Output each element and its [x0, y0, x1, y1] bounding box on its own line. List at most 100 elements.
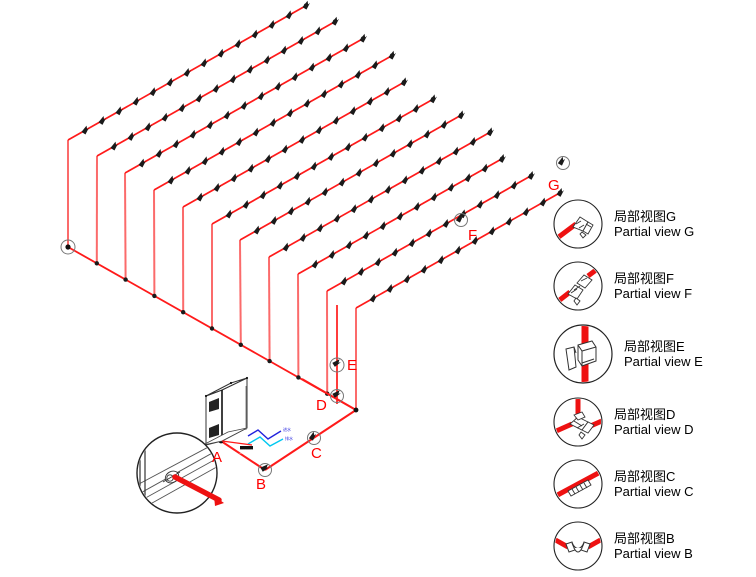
pipe-node [181, 310, 185, 314]
drip-emitter [251, 127, 262, 138]
callout-markers [61, 157, 570, 477]
drip-emitter [446, 182, 457, 193]
legend-item-c[interactable]: 局部视图C Partial view C [552, 453, 756, 515]
drip-emitter [485, 127, 496, 138]
diagram-canvas: A B C D E F G 进水 排水 主管连接 [0, 0, 756, 565]
drip-emitter [269, 215, 280, 226]
legend-label-en-d: Partial view D [614, 422, 693, 437]
legend-label-cn-f: 局部视图F [614, 271, 692, 286]
legend-label-en-e: Partial view E [624, 354, 703, 369]
callout-label-a: A [212, 450, 222, 465]
drip-emitter [429, 192, 440, 203]
drip-emitter [268, 117, 279, 128]
drip-emitter [126, 131, 137, 142]
elbow-coupling-icon [552, 520, 604, 572]
drip-emitter [302, 98, 313, 109]
drain-label: 排水 [285, 437, 293, 441]
legend-label-cn-c: 局部视图C [614, 469, 693, 484]
drip-emitter [290, 72, 301, 83]
drip-emitter [332, 213, 343, 224]
drip-emitter [200, 156, 211, 167]
legend-label-cn-d: 局部视图D [614, 407, 693, 422]
drip-emitter [148, 87, 159, 98]
drip-emitter [387, 50, 398, 61]
drip-emitter [296, 35, 307, 46]
drip-emitter [390, 247, 401, 258]
drip-emitter [383, 184, 394, 195]
drip-emitter [439, 119, 450, 130]
drip-emitter [246, 163, 257, 174]
legend-label-en-f: Partial view F [614, 286, 692, 301]
pipe-node [239, 343, 243, 347]
drip-emitter [245, 64, 256, 75]
drip-emitter [188, 129, 199, 140]
drip-emitter [211, 83, 222, 94]
drip-emitter [80, 125, 91, 136]
drip-emitter [241, 199, 252, 210]
drip-emitter [279, 45, 290, 56]
drip-emitter [394, 113, 405, 124]
drip-emitter [361, 230, 372, 241]
drip-emitter [195, 192, 206, 203]
drip-emitter [301, 0, 312, 11]
drip-emitter [407, 238, 418, 249]
drip-emitter [284, 10, 295, 21]
legend-item-d[interactable]: 局部视图D Partial view D [552, 391, 756, 453]
drip-emitter [109, 141, 120, 152]
drip-emitter [216, 48, 227, 59]
cross-tee-fitting-icon [552, 396, 604, 448]
drip-emitter [339, 276, 350, 287]
drip-emitter [205, 120, 216, 131]
legend-item-f[interactable]: 局部视图F Partial view F [552, 255, 756, 317]
drip-emitter [222, 110, 233, 121]
drip-emitter [399, 77, 410, 88]
drip-emitter [337, 177, 348, 188]
drip-emitter [154, 148, 165, 159]
drip-emitter [160, 112, 171, 123]
drip-emitter [326, 151, 337, 162]
drip-emitter [267, 19, 278, 30]
drip-emitter [356, 266, 367, 277]
drip-emitter [492, 190, 503, 201]
drip-emitter [422, 129, 433, 140]
drip-emitter [475, 199, 486, 210]
pipe-node [210, 326, 214, 330]
callout-label-b: B [256, 477, 266, 492]
drip-emitter [504, 216, 515, 227]
drip-emitter [412, 201, 423, 212]
pipe-network-group [66, 0, 566, 412]
legend-item-g[interactable]: 局部视图G Partial view G [552, 193, 756, 255]
riser-pipe [269, 257, 270, 361]
drip-emitter [388, 148, 399, 159]
drip-emitter [456, 110, 467, 121]
legend-label-en-b: Partial view B [614, 546, 693, 561]
drip-emitter [250, 29, 261, 40]
drip-emitter [307, 62, 318, 73]
drip-emitter [303, 196, 314, 207]
callout-marker-glyphs [65, 156, 567, 472]
drip-emitter [453, 245, 464, 256]
drip-emitter [377, 123, 388, 134]
drip-emitter [371, 158, 382, 169]
legend-item-b[interactable]: 局部视图B Partial view B [552, 515, 756, 577]
drip-emitter [341, 43, 352, 54]
drip-emitter [405, 139, 416, 150]
drip-emitter [217, 146, 228, 157]
fitting-elbow-nut-icon [552, 198, 604, 250]
drip-emitter [368, 293, 379, 304]
drip-emitter [224, 209, 235, 220]
detail-view-a-circle [124, 433, 240, 513]
control-cabinet [203, 377, 248, 445]
drip-emitter [298, 232, 309, 243]
drip-emitter [343, 142, 354, 153]
drip-emitter [538, 197, 549, 208]
pipe-node [95, 261, 99, 265]
drip-emitter [281, 242, 292, 253]
drip-emitter [234, 137, 245, 148]
drip-emitter [330, 16, 341, 27]
drip-emitter [366, 194, 377, 205]
drip-emitter [177, 103, 188, 114]
legend-item-e[interactable]: 局部视图E Partial view E [552, 317, 756, 391]
drip-emitter [275, 180, 286, 191]
drip-emitter [258, 190, 269, 201]
